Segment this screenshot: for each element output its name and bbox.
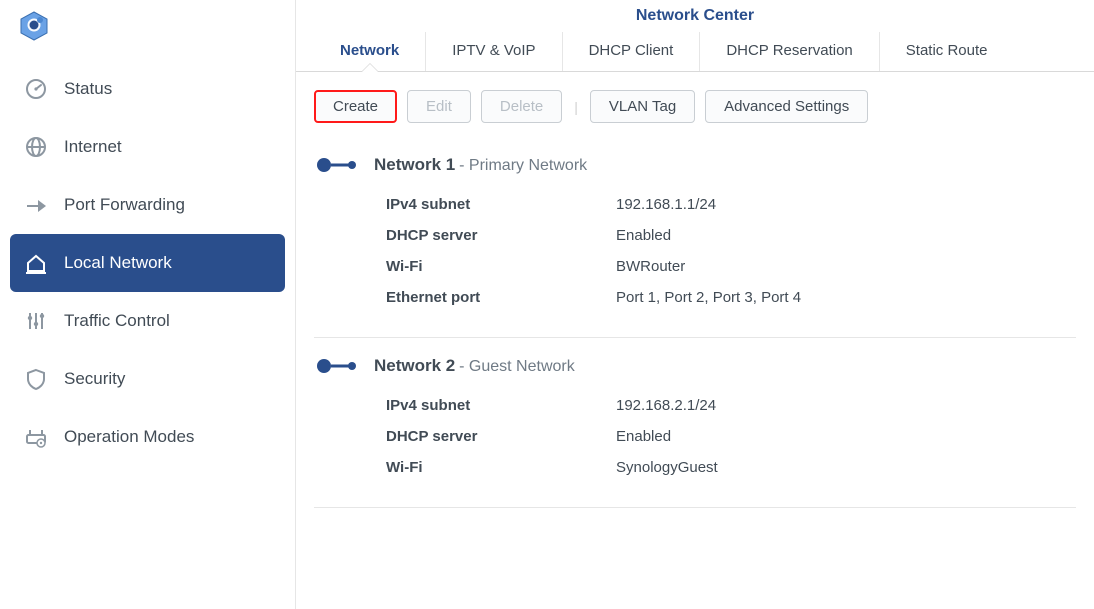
- sliders-icon: [22, 307, 50, 335]
- shield-icon: [22, 365, 50, 393]
- detail-row: Ethernet portPort 1, Port 2, Port 3, Por…: [386, 282, 1076, 313]
- sidebar-item-label: Operation Modes: [64, 427, 194, 447]
- globe-icon: [22, 133, 50, 161]
- sidebar-item-port-forwarding[interactable]: Port Forwarding: [10, 176, 285, 234]
- tab-dhcp-client[interactable]: DHCP Client: [562, 32, 700, 71]
- tab-bar: Network IPTV & VoIP DHCP Client DHCP Res…: [296, 32, 1094, 72]
- detail-value: Enabled: [616, 428, 671, 445]
- sidebar-item-label: Internet: [64, 137, 122, 157]
- vlan-tag-button[interactable]: VLAN Tag: [590, 90, 695, 123]
- sidebar-item-local-network[interactable]: Local Network: [10, 234, 285, 292]
- sidebar: Status Internet Port Forwarding Local Ne…: [0, 0, 296, 609]
- detail-row: DHCP serverEnabled: [386, 220, 1076, 251]
- forward-arrow-icon: [22, 191, 50, 219]
- detail-value: Port 1, Port 2, Port 3, Port 4: [616, 289, 801, 306]
- advanced-settings-button[interactable]: Advanced Settings: [705, 90, 868, 123]
- sidebar-item-traffic-control[interactable]: Traffic Control: [10, 292, 285, 350]
- sidebar-item-label: Status: [64, 79, 112, 99]
- gauge-icon: [22, 75, 50, 103]
- detail-value: Enabled: [616, 227, 671, 244]
- detail-row: IPv4 subnet192.168.2.1/24: [386, 390, 1076, 421]
- detail-value: 192.168.2.1/24: [616, 397, 716, 414]
- detail-row: Wi-FiBWRouter: [386, 251, 1076, 282]
- detail-value: SynologyGuest: [616, 459, 718, 476]
- network-node-icon: [316, 356, 358, 376]
- detail-key: Wi-Fi: [386, 459, 616, 476]
- network-block[interactable]: Network 1 - Primary Network IPv4 subnet1…: [314, 137, 1076, 338]
- network-header: Network 1 - Primary Network: [314, 155, 1076, 189]
- sidebar-item-internet[interactable]: Internet: [10, 118, 285, 176]
- sidebar-item-label: Local Network: [64, 253, 172, 273]
- detail-row: IPv4 subnet192.168.1.1/24: [386, 189, 1076, 220]
- sidebar-item-security[interactable]: Security: [10, 350, 285, 408]
- create-button[interactable]: Create: [314, 90, 397, 123]
- toolbar-separator: |: [572, 99, 580, 115]
- network-title: Network 2 - Guest Network: [374, 356, 575, 376]
- sidebar-item-status[interactable]: Status: [10, 60, 285, 118]
- sidebar-list: Status Internet Port Forwarding Local Ne…: [0, 60, 295, 466]
- detail-row: DHCP serverEnabled: [386, 421, 1076, 452]
- detail-value: 192.168.1.1/24: [616, 196, 716, 213]
- network-node-icon: [316, 155, 358, 175]
- detail-key: IPv4 subnet: [386, 196, 616, 213]
- network-role: Primary Network: [469, 157, 587, 174]
- sidebar-item-operation-modes[interactable]: Operation Modes: [10, 408, 285, 466]
- detail-row: Wi-FiSynologyGuest: [386, 452, 1076, 483]
- tab-static-route[interactable]: Static Route: [879, 32, 1014, 71]
- detail-value: BWRouter: [616, 258, 685, 275]
- tab-network[interactable]: Network: [314, 32, 425, 71]
- network-details: IPv4 subnet192.168.1.1/24 DHCP serverEna…: [314, 189, 1076, 313]
- network-name: Network 2: [374, 356, 455, 375]
- toolbar: Create Edit Delete | VLAN Tag Advanced S…: [296, 72, 1094, 137]
- detail-key: DHCP server: [386, 428, 616, 445]
- detail-key: IPv4 subnet: [386, 397, 616, 414]
- network-details: IPv4 subnet192.168.2.1/24 DHCP serverEna…: [314, 390, 1076, 483]
- tab-dhcp-reservation[interactable]: DHCP Reservation: [699, 32, 878, 71]
- network-name: Network 1: [374, 155, 455, 174]
- sidebar-item-label: Security: [64, 369, 125, 389]
- edit-button[interactable]: Edit: [407, 90, 471, 123]
- network-list: Network 1 - Primary Network IPv4 subnet1…: [296, 137, 1094, 508]
- network-role: Guest Network: [469, 358, 575, 375]
- sidebar-item-label: Traffic Control: [64, 311, 170, 331]
- network-title: Network 1 - Primary Network: [374, 155, 587, 175]
- main-panel: Network Center Network IPTV & VoIP DHCP …: [296, 0, 1094, 609]
- detail-key: DHCP server: [386, 227, 616, 244]
- network-header: Network 2 - Guest Network: [314, 356, 1076, 390]
- tab-iptv-voip[interactable]: IPTV & VoIP: [425, 32, 561, 71]
- detail-key: Wi-Fi: [386, 258, 616, 275]
- detail-key: Ethernet port: [386, 289, 616, 306]
- house-network-icon: [22, 249, 50, 277]
- page-title: Network Center: [296, 0, 1094, 32]
- delete-button[interactable]: Delete: [481, 90, 562, 123]
- sidebar-item-label: Port Forwarding: [64, 195, 185, 215]
- network-center-logo-icon: [18, 10, 50, 42]
- app-logo: [0, 6, 295, 60]
- network-block[interactable]: Network 2 - Guest Network IPv4 subnet192…: [314, 338, 1076, 508]
- router-gear-icon: [22, 423, 50, 451]
- app-window: Status Internet Port Forwarding Local Ne…: [0, 0, 1094, 609]
